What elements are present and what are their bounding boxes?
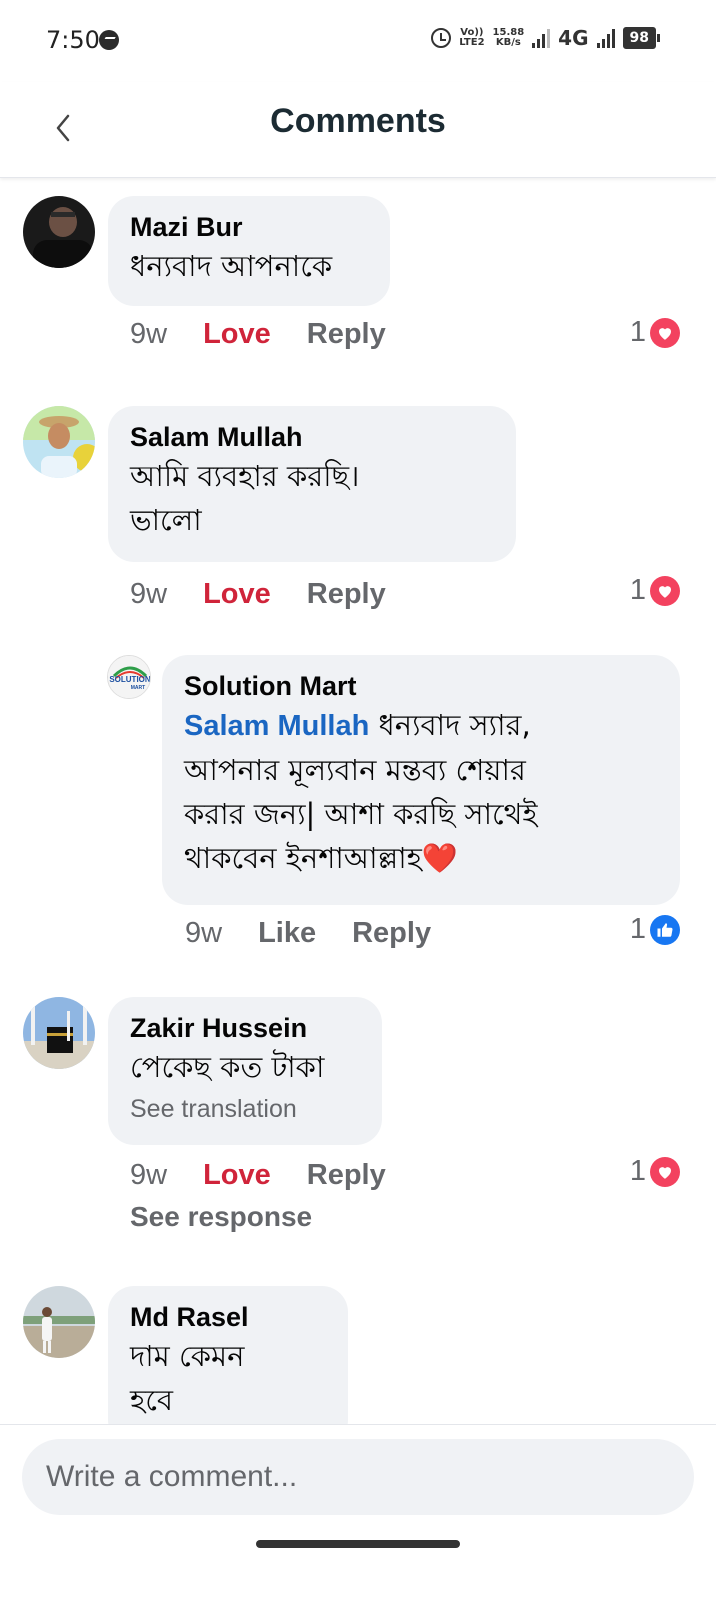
love-button[interactable]: Love xyxy=(203,1159,271,1192)
heart-icon xyxy=(650,575,680,606)
avatar[interactable] xyxy=(23,406,95,478)
comment-text-segment: থাকবেন ইনশাআল্লাহ xyxy=(184,841,422,875)
red-heart-emoji: ❤️ xyxy=(421,841,458,875)
reply-button[interactable]: Reply xyxy=(307,1159,386,1192)
avatar[interactable] xyxy=(23,196,95,268)
comment-text-line: Salam Mullah ধন্যবাদ স্যার, xyxy=(184,703,658,748)
comment-text-line: থাকবেন ইনশাআল্লাহ❤️ xyxy=(184,836,658,880)
signal-bars-icon xyxy=(532,28,551,48)
reaction-count: 1 xyxy=(629,1155,646,1187)
thumbs-up-icon xyxy=(650,914,680,945)
comment-actions: 9w Love Reply xyxy=(130,578,386,611)
reaction-summary[interactable]: 1 xyxy=(630,913,680,946)
mention-link[interactable]: Salam Mullah xyxy=(184,710,369,742)
comment-bubble[interactable]: Solution Mart Salam Mullah ধন্যবাদ স্যার… xyxy=(162,655,680,905)
comment-bubble[interactable]: Mazi Bur ধন্যবাদ আপনাকে xyxy=(108,196,390,306)
comment-actions: 9w Love Reply xyxy=(130,1159,386,1192)
comment-composer xyxy=(0,1424,716,1600)
messenger-icon xyxy=(99,30,119,50)
comment-text: পেকেছ কত টাকা xyxy=(130,1050,325,1084)
reaction-summary[interactable]: 1 xyxy=(630,1155,680,1188)
reaction-summary[interactable]: 1 xyxy=(630,316,680,349)
svg-text:SOLUTION: SOLUTION xyxy=(109,675,151,684)
reply-button[interactable]: Reply xyxy=(352,917,431,950)
reaction-summary[interactable]: 1 xyxy=(630,574,680,607)
status-time: 7:50 xyxy=(46,26,100,54)
comment-text-line: আমি ব্যবহার করছি। xyxy=(130,459,360,493)
see-response-link[interactable]: See response xyxy=(130,1201,312,1233)
love-button[interactable]: Love xyxy=(203,578,271,611)
comment-text-line: ভালো xyxy=(130,503,202,537)
comment-author[interactable]: Salam Mullah xyxy=(130,420,494,454)
like-button[interactable]: Like xyxy=(258,917,316,950)
lte-label: LTE2 xyxy=(459,37,485,48)
love-button[interactable]: Love xyxy=(203,318,271,351)
home-indicator[interactable] xyxy=(256,1540,460,1548)
header: Comments xyxy=(0,82,716,178)
comment-text: ধন্যবাদ আপনাকে xyxy=(130,249,333,283)
comment-time[interactable]: 9w xyxy=(130,318,167,351)
comment-text-line: আপনার মূল্যবান মন্তব্য শেয়ার xyxy=(184,753,526,787)
comment-author[interactable]: Solution Mart xyxy=(184,669,658,703)
avatar[interactable]: SOLUTION MART xyxy=(107,655,151,699)
network-speed: 15.88 KB/s xyxy=(493,28,525,48)
reply-button[interactable]: Reply xyxy=(307,578,386,611)
comment-time[interactable]: 9w xyxy=(185,917,222,950)
reaction-count: 1 xyxy=(629,574,646,606)
status-indicators: Vo)) LTE2 15.88 KB/s 4G 98 xyxy=(431,26,661,50)
signal-bars-icon-2 xyxy=(596,28,615,48)
status-bar: 7:50 Vo)) LTE2 15.88 KB/s 4G 98 xyxy=(0,0,716,82)
comment-actions: 9w Love Reply xyxy=(130,318,386,351)
reaction-count: 1 xyxy=(629,316,646,348)
battery-icon: 98 xyxy=(622,27,661,49)
speed-unit: KB/s xyxy=(495,37,521,48)
comment-text-line: করার জন্য| আশা করছি সাথেই xyxy=(184,797,538,831)
see-translation-link[interactable]: See translation xyxy=(130,1091,360,1127)
comment-author[interactable]: Md Rasel xyxy=(130,1300,326,1334)
comment-author[interactable]: Zakir Hussein xyxy=(130,1011,360,1045)
comment-author[interactable]: Mazi Bur xyxy=(130,210,368,244)
comment-text-line: দাম কেমন xyxy=(130,1339,245,1373)
volte-indicator: Vo)) LTE2 xyxy=(459,28,484,48)
comment-text-segment: ধন্যবাদ স্যার, xyxy=(369,708,531,742)
network-type: 4G xyxy=(558,26,589,50)
comment-time[interactable]: 9w xyxy=(130,1159,167,1192)
reply-button[interactable]: Reply xyxy=(307,318,386,351)
heart-icon xyxy=(650,1156,680,1187)
avatar[interactable] xyxy=(23,1286,95,1358)
comment-time[interactable]: 9w xyxy=(130,578,167,611)
comment-bubble[interactable]: Md Rasel দাম কেমন হবে xyxy=(108,1286,348,1446)
avatar[interactable] xyxy=(23,997,95,1069)
comment-input[interactable] xyxy=(22,1439,694,1515)
comment-text-line: হবে xyxy=(130,1383,174,1417)
svg-text:MART: MART xyxy=(131,685,145,691)
comment-bubble[interactable]: Salam Mullah আমি ব্যবহার করছি। ভালো xyxy=(108,406,516,562)
alarm-icon xyxy=(431,28,452,48)
heart-icon xyxy=(650,317,680,348)
comment-bubble[interactable]: Zakir Hussein পেকেছ কত টাকা See translat… xyxy=(108,997,382,1145)
comment-actions: 9w Like Reply xyxy=(185,917,431,950)
page-title: Comments xyxy=(270,102,446,140)
reaction-count: 1 xyxy=(629,913,646,945)
